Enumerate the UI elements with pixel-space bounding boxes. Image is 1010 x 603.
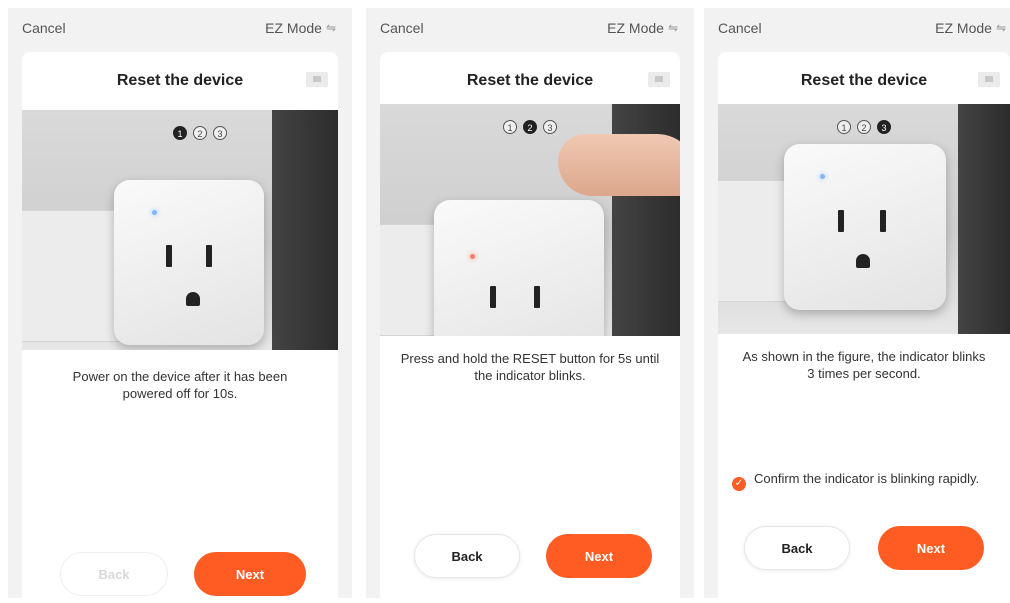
instruction-text: Power on the device after it has been po… — [72, 369, 288, 401]
instruction-text: Press and hold the RESET button for 5s u… — [400, 351, 660, 383]
mode-label: EZ Mode — [935, 20, 992, 36]
indicator-light — [152, 210, 157, 215]
mode-label: EZ Mode — [265, 20, 322, 36]
swap-arrows-icon: ⇋ — [325, 21, 336, 35]
cancel-button[interactable]: Cancel — [22, 20, 66, 36]
next-button[interactable]: Next — [878, 526, 984, 570]
step-indicator: 1 2 3 — [380, 120, 680, 134]
step-1: 1 — [837, 120, 851, 134]
page-title: Reset the device — [800, 72, 928, 89]
finger — [558, 134, 680, 196]
device-photo: 1 2 3 — [22, 110, 338, 350]
step-indicator: 1 2 3 — [22, 126, 338, 140]
video-icon[interactable] — [648, 72, 670, 87]
instruction-text: As shown in the figure, the indicator bl… — [742, 349, 986, 381]
outlet-slot — [490, 286, 496, 308]
smart-plug — [434, 200, 604, 336]
top-bar: Cancel EZ Mode ⇋ — [704, 8, 1010, 48]
step-2: 2 — [523, 120, 537, 134]
device-photo: 1 2 3 — [380, 104, 680, 336]
ez-mode-switch[interactable]: EZ Mode ⇋ — [607, 20, 678, 36]
page-title: Reset the device — [116, 72, 244, 89]
outlet-slot — [838, 210, 844, 232]
content-card: Reset the device 1 2 3 As shown in the f… — [718, 52, 1010, 598]
check-circle-icon[interactable]: ✓ — [732, 477, 746, 491]
screen-step-3: Cancel EZ Mode ⇋ Reset the device 1 2 3 … — [704, 8, 1010, 598]
step-3: 3 — [877, 120, 891, 134]
step-2: 2 — [193, 126, 207, 140]
step-3: 3 — [543, 120, 557, 134]
video-icon[interactable] — [978, 72, 1000, 87]
outlet-slot — [166, 245, 172, 267]
photo-wall — [272, 110, 338, 350]
back-button[interactable]: Back — [744, 526, 850, 570]
top-bar: Cancel EZ Mode ⇋ — [366, 8, 694, 48]
page-title: Reset the device — [466, 72, 594, 89]
cancel-button[interactable]: Cancel — [380, 20, 424, 36]
outlet-slot — [880, 210, 886, 232]
swap-arrows-icon: ⇋ — [995, 21, 1006, 35]
outlet-slot — [534, 286, 540, 308]
device-photo: 1 2 3 — [718, 104, 1010, 334]
wall-plate — [718, 180, 790, 302]
step-indicator: 1 2 3 — [718, 120, 1010, 134]
step-1: 1 — [173, 126, 187, 140]
ez-mode-switch[interactable]: EZ Mode ⇋ — [265, 20, 336, 36]
confirm-checkbox[interactable]: ✓ Confirm the indicator is blinking rapi… — [732, 470, 992, 491]
outlet-slot — [206, 245, 212, 267]
smart-plug — [114, 180, 264, 345]
photo-wall — [958, 104, 1010, 334]
mode-label: EZ Mode — [607, 20, 664, 36]
video-icon[interactable] — [306, 72, 328, 87]
indicator-light — [820, 174, 825, 179]
wall-plate — [22, 210, 124, 342]
next-button[interactable]: Next — [546, 534, 652, 578]
top-bar: Cancel EZ Mode ⇋ — [8, 8, 352, 48]
wall-plate — [380, 224, 442, 336]
screen-step-1: Cancel EZ Mode ⇋ Reset the device 1 2 3 … — [8, 8, 352, 598]
back-button[interactable]: Back — [60, 552, 168, 596]
outlet-ground — [856, 254, 870, 268]
confirm-label: Confirm the indicator is blinking rapidl… — [754, 471, 980, 486]
next-button[interactable]: Next — [194, 552, 306, 596]
cancel-button[interactable]: Cancel — [718, 20, 762, 36]
indicator-light — [470, 254, 475, 259]
step-1: 1 — [503, 120, 517, 134]
step-3: 3 — [213, 126, 227, 140]
swap-arrows-icon: ⇋ — [667, 21, 678, 35]
back-button[interactable]: Back — [414, 534, 520, 578]
smart-plug — [784, 144, 946, 310]
ez-mode-switch[interactable]: EZ Mode ⇋ — [935, 20, 1006, 36]
content-card: Reset the device 1 2 3 Power on the devi… — [22, 52, 338, 598]
outlet-ground — [186, 292, 200, 306]
step-2: 2 — [857, 120, 871, 134]
content-card: Reset the device 1 2 3 Press and hold th… — [380, 52, 680, 598]
screen-step-2: Cancel EZ Mode ⇋ Reset the device 1 2 3 … — [366, 8, 694, 598]
